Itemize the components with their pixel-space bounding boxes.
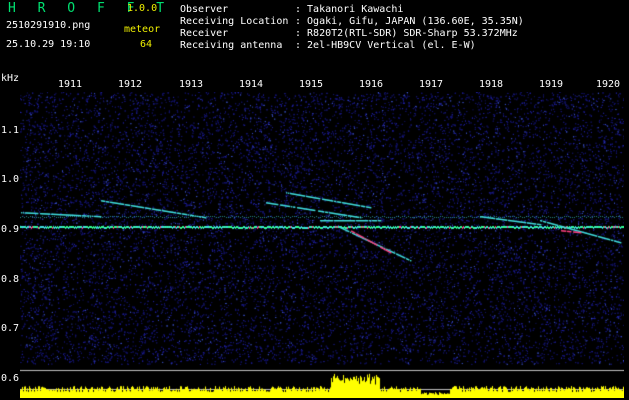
freq-tick-label: 1.1 — [1, 125, 20, 136]
meteor-label: meteor — [124, 24, 161, 35]
freq-tick-label: 0.8 — [1, 274, 20, 285]
spectrogram-window: { "header": { "app_name": "H R O F F T",… — [0, 0, 629, 400]
observer-value: : Takanori Kawachi — [295, 4, 404, 15]
spectrogram-plot — [20, 92, 624, 398]
meteor-count: 64 — [140, 39, 153, 50]
time-tick-label: 1913 — [178, 79, 204, 90]
freq-tick-label: 0.7 — [1, 323, 20, 334]
receiver-value: : R820T2(RTL-SDR) SDR-Sharp 53.372MHz — [295, 28, 518, 39]
time-tick-label: 1919 — [538, 79, 564, 90]
time-tick-label: 1915 — [298, 79, 324, 90]
receiver-label: Receiver — [180, 28, 229, 39]
location-label: Receiving Location — [180, 16, 289, 27]
antenna-value: : 2el-HB9CV Vertical (el. E-W) — [295, 40, 476, 51]
antenna-label: Receiving antenna — [180, 40, 283, 51]
time-tick-label: 1920 — [595, 79, 621, 90]
location-value: : Ogaki, Gifu, JAPAN (136.60E, 35.35N) — [295, 16, 524, 27]
freq-tick-label: 0.6 — [1, 373, 20, 384]
time-tick-label: 1917 — [418, 79, 444, 90]
time-tick-label: 1914 — [238, 79, 264, 90]
freq-unit-label: kHz — [1, 73, 20, 84]
time-tick-label: 1912 — [117, 79, 143, 90]
app-version: 1.0.0 — [127, 3, 158, 14]
observer-label: Observer — [180, 4, 229, 15]
freq-tick-label: 1.0 — [1, 174, 20, 185]
time-tick-label: 1916 — [358, 79, 384, 90]
time-tick-label: 1911 — [57, 79, 83, 90]
filename-label: 2510291910.png — [6, 20, 91, 31]
time-tick-label: 1918 — [478, 79, 504, 90]
datetime-label: 25.10.29 19:10 — [6, 39, 91, 50]
freq-tick-label: 0.9 — [1, 224, 20, 235]
